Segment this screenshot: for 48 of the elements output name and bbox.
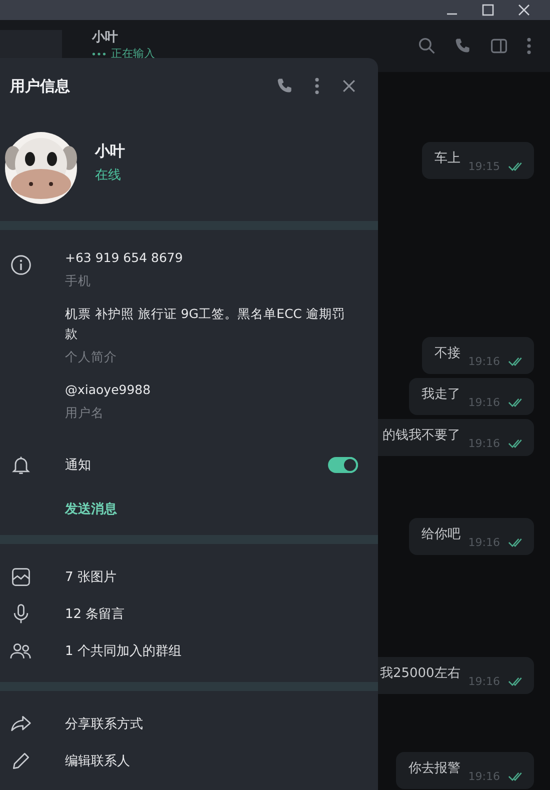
menu-item[interactable]: 1 个共同加入的群组 [65,642,182,660]
message-text: 我25000左右 [380,665,460,683]
image-icon [10,566,32,588]
message-time: 19:16 [468,355,500,368]
chat-name: 小叶 [92,29,119,46]
message-text: 我走了 [421,386,460,404]
more-icon[interactable] [314,77,320,95]
message-time: 19:16 [468,536,500,549]
more-icon[interactable] [526,37,532,55]
info-value: 机票 补护照 旅行证 9G工签。黑名单ECC 逾期罚款 [65,305,345,343]
info-label: 个人简介 [65,349,118,366]
search-icon[interactable] [418,37,436,55]
info-value: @xiaoye9988 [65,381,152,399]
message-text: 的钱我不要了 [382,427,460,445]
sidebar-toggle-icon[interactable] [490,37,508,55]
message-time: 19:16 [468,437,500,450]
menu-item[interactable]: 12 条留言 [65,605,125,623]
typing-icon [92,52,106,56]
chat-status: 正在输入 [111,47,155,60]
info-value: +63 919 654 8679 [65,249,184,267]
menu-item[interactable]: 分享联系方式 [65,715,143,733]
maximize-icon[interactable] [482,4,494,16]
message-time: 19:15 [468,160,500,173]
panel-title: 用户信息 [10,76,70,96]
online-status: 在线 [95,166,122,184]
message-text: 你去报警 [408,760,460,778]
pencil-icon [10,750,32,772]
phone-icon[interactable] [454,37,472,55]
message-time: 19:16 [468,770,500,783]
send-message-link[interactable]: 发送消息 [65,502,117,517]
notifications-toggle[interactable] [328,457,358,473]
message-time: 19:16 [468,396,500,409]
close-icon[interactable] [518,4,530,16]
info-icon [10,254,32,276]
notifications-label: 通知 [65,457,92,474]
message-text: 给你吧 [421,526,460,544]
menu-item[interactable]: 编辑联系人 [65,752,130,770]
message-time: 19:16 [468,675,500,688]
message-text: 车上 [434,150,460,168]
phone-icon[interactable] [276,77,294,95]
bell-icon [10,454,32,476]
message-text: 不接 [434,345,460,363]
info-label: 手机 [65,273,92,290]
menu-item[interactable]: 7 张图片 [65,568,116,586]
info-label: 用户名 [65,405,105,422]
contact-name: 小叶 [95,142,125,160]
avatar-drawing [5,132,77,204]
close-icon[interactable] [340,77,358,95]
